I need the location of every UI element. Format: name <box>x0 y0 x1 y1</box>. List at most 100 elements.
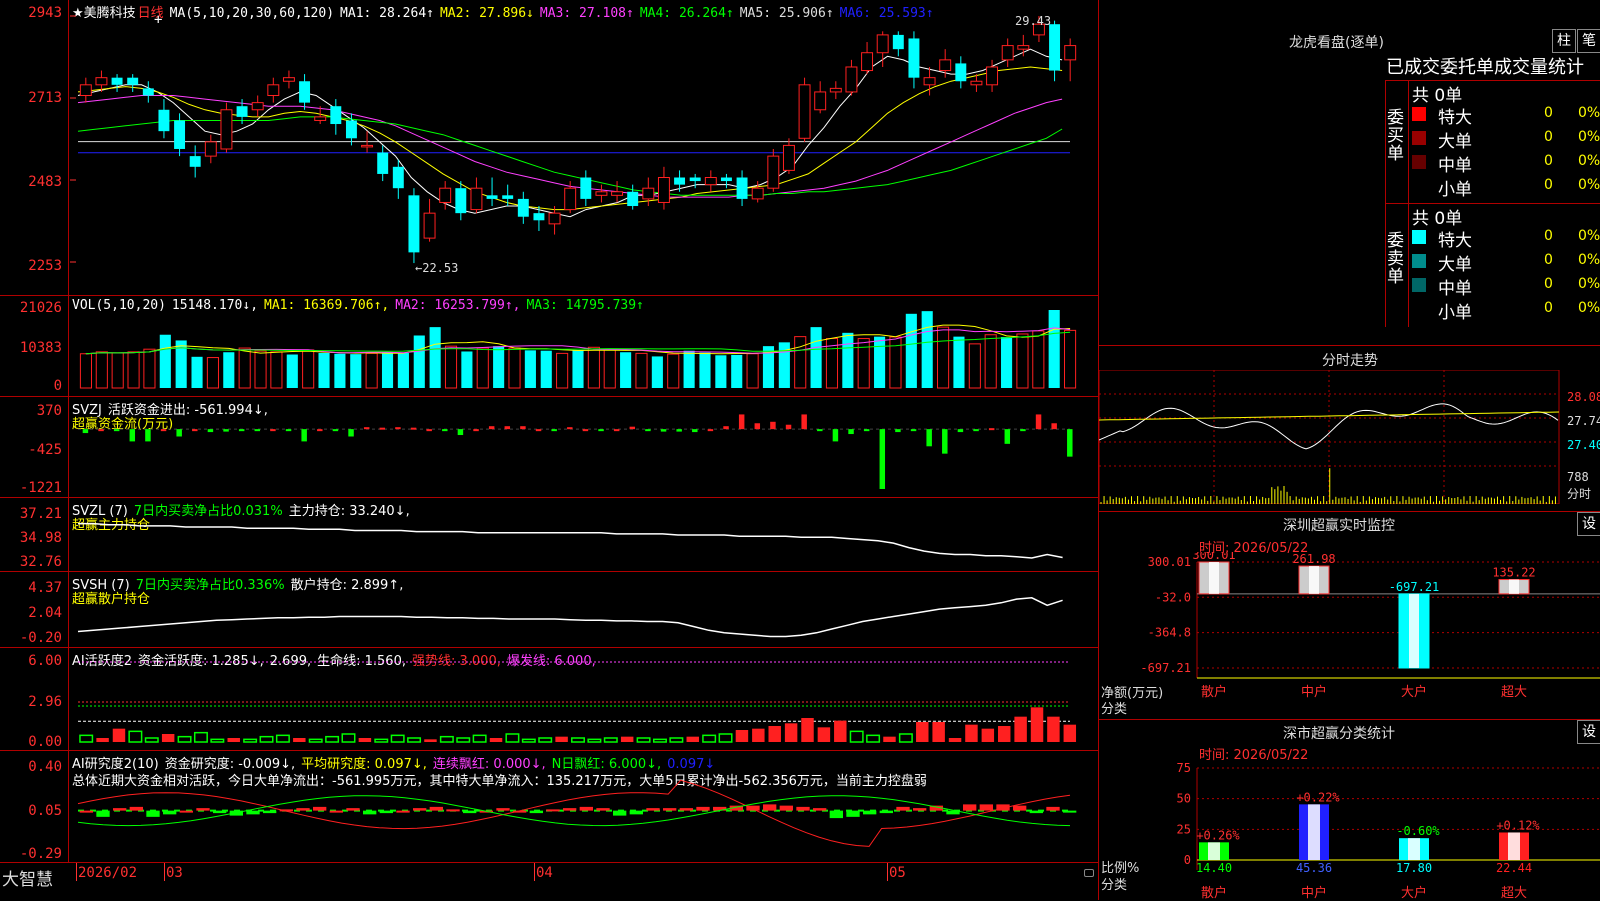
sz-monitor-bar-label: 300.01 <box>1192 552 1235 562</box>
svzl-chart[interactable] <box>70 498 1098 571</box>
volume-pane[interactable]: 21026 10383 0 VOL(5,10,20) 15148.170↓, MA1… <box>0 296 1098 397</box>
intraday-chart[interactable] <box>1099 370 1600 504</box>
active-bar <box>325 735 340 743</box>
flow-bar <box>926 429 932 447</box>
candle-body <box>220 109 233 150</box>
flow-bar <box>254 429 261 432</box>
flow-bar <box>410 427 417 430</box>
research-bar <box>1046 806 1060 811</box>
ai-research-tick: 0.05 <box>28 803 62 819</box>
svzj-pane[interactable]: 370 -425 -1221 SVZJ 活跃资金进出: -561.994↓, 超赢… <box>0 397 1098 498</box>
buy-swatch <box>1412 107 1426 121</box>
research-bar <box>413 808 427 811</box>
research-bar <box>296 808 310 811</box>
sz-monitor-tick: -697.21 <box>1140 661 1191 675</box>
sz-class-panel[interactable]: 深市超赢分类统计 设 时间: 2026/05/22 75 50 25 0 +0.26% 1… <box>1099 719 1600 901</box>
svzl-pane[interactable]: 37.21 34.98 32.76 SVZL (7) 7日内买卖净占比0.031%… <box>0 498 1098 572</box>
intraday-title: 分时走势 <box>1322 353 1378 369</box>
svsh-tick: -0.20 <box>19 630 62 646</box>
active-bar <box>866 734 881 743</box>
sz-class-value-label: 22.44 <box>1496 861 1532 875</box>
sz-class-category: 散户 <box>1201 885 1227 901</box>
research-bar <box>879 810 893 814</box>
flow-bar <box>238 429 245 432</box>
sell-name: 大单 <box>1438 255 1472 275</box>
svsh-axis: 4.37 2.04 -0.20 <box>0 572 69 647</box>
sz-class-settings-button[interactable]: 设 <box>1577 720 1600 744</box>
sz-class-bar-highlight <box>1508 832 1520 860</box>
volume-bar <box>238 347 251 389</box>
volume-bar <box>302 349 315 389</box>
kline-chart[interactable] <box>70 0 1098 295</box>
flow-bar <box>723 426 729 430</box>
research-bar <box>329 810 343 813</box>
active-bar <box>128 730 143 743</box>
sz-class-change-label: -0.60% <box>1396 824 1440 838</box>
active-bar <box>735 730 749 742</box>
research-bar <box>896 806 910 811</box>
ai-active-pane[interactable]: 6.00 2.96 0.00 AI活跃度2 资金活跃度: 1.285↓, 2.699… <box>0 648 1098 751</box>
active-bar <box>883 736 896 742</box>
volume-bar <box>286 354 298 388</box>
candle-body <box>892 34 904 50</box>
dragon-panel: 龙虎看盘(逐单) 柱 笔 已成交委托单成交量统计 委买单 共 0单 特大 0 0% 大… <box>1099 0 1600 345</box>
svzj-chart[interactable] <box>70 397 1098 497</box>
price-tick: 2943 <box>28 5 62 21</box>
volume-bar <box>444 345 458 389</box>
sz-class-chart[interactable]: 75 50 25 0 +0.26% 14.40 散户 +0.22% 45.36 中户 -0.60% 1… <box>1099 758 1600 901</box>
flow-bar <box>395 427 401 430</box>
sz-monitor-chart[interactable]: 300.01 -32.0 -364.8 -697.21 300.01 散户 261.98 中户… <box>1099 552 1600 720</box>
volume-bar <box>254 350 267 389</box>
research-bar <box>696 806 710 811</box>
intraday-panel[interactable]: 分时走势 28.08 27.74 27.40 788 分时 <box>1099 345 1600 504</box>
research-bar <box>596 808 610 811</box>
tick-view-button[interactable]: 笔 <box>1577 29 1600 53</box>
volume-bar <box>905 313 917 388</box>
research-bar <box>1029 810 1043 814</box>
x-label: 05 <box>889 865 906 881</box>
volume-chart[interactable] <box>70 296 1098 396</box>
svsh-chart[interactable] <box>70 572 1098 647</box>
ai-active-chart[interactable] <box>70 648 1098 750</box>
ai-research-pane[interactable]: 0.40 0.05 -0.29 AI研究度2(10) 资金研究度: -0.009↓… <box>0 751 1098 863</box>
ai-active-tick: 6.00 <box>28 653 62 669</box>
research-bar <box>863 810 877 815</box>
candle-body <box>829 87 842 93</box>
x-axis: 大智慧 2026/02 03 04 05 <box>0 863 1098 900</box>
volume-bar <box>937 326 950 389</box>
candle-body <box>1064 45 1077 61</box>
research-bar <box>113 808 127 811</box>
flow-bar <box>426 429 432 432</box>
active-bar <box>981 728 995 742</box>
intraday-vol-label: 分时 <box>1567 487 1592 501</box>
sell-name: 中单 <box>1438 279 1472 299</box>
sz-class-tick: 0 <box>1184 853 1191 867</box>
candle-body <box>236 106 248 117</box>
active-bar <box>752 728 765 742</box>
active-bar <box>79 734 94 743</box>
research-bar <box>213 810 227 814</box>
sz-monitor-panel[interactable]: 深圳超赢实时监控 设 时间: 2026/05/22 300.01 -32.0 -36… <box>1099 511 1600 720</box>
research-bar <box>579 806 593 811</box>
active-bar <box>702 734 717 743</box>
volume-axis: 21026 10383 0 <box>0 296 69 396</box>
volume-bar <box>540 350 552 388</box>
active-bar <box>1014 716 1027 742</box>
candle-body <box>782 144 795 171</box>
flow-bar <box>551 429 557 432</box>
research-bar <box>629 810 643 815</box>
kline-pane[interactable]: 2943 2713 2483 2253 ★美腾科技 日线 MA(5,10,20,30… <box>0 0 1098 296</box>
right-panel[interactable]: 龙虎看盘(逐单) 柱 笔 已成交委托单成交量统计 委买单 共 0单 特大 0 0% 大… <box>1098 0 1600 901</box>
svzj-tick: -425 <box>28 442 62 458</box>
ai-research-chart[interactable] <box>70 751 1098 862</box>
column-view-button[interactable]: 柱 <box>1552 29 1576 53</box>
candle-body <box>455 188 467 214</box>
flow-bar <box>848 429 854 435</box>
svsh-pane[interactable]: 4.37 2.04 -0.20 SVSH (7) 7日内买卖净占比0.336% 散户… <box>0 572 1098 648</box>
high-annotation: 29.43 <box>1015 14 1052 28</box>
sz-monitor-settings-button[interactable]: 设 <box>1577 512 1600 536</box>
active-bar <box>620 736 634 742</box>
sell-count: 0 <box>1544 228 1553 244</box>
volume-bar <box>476 347 489 389</box>
volume-bar <box>493 346 505 388</box>
